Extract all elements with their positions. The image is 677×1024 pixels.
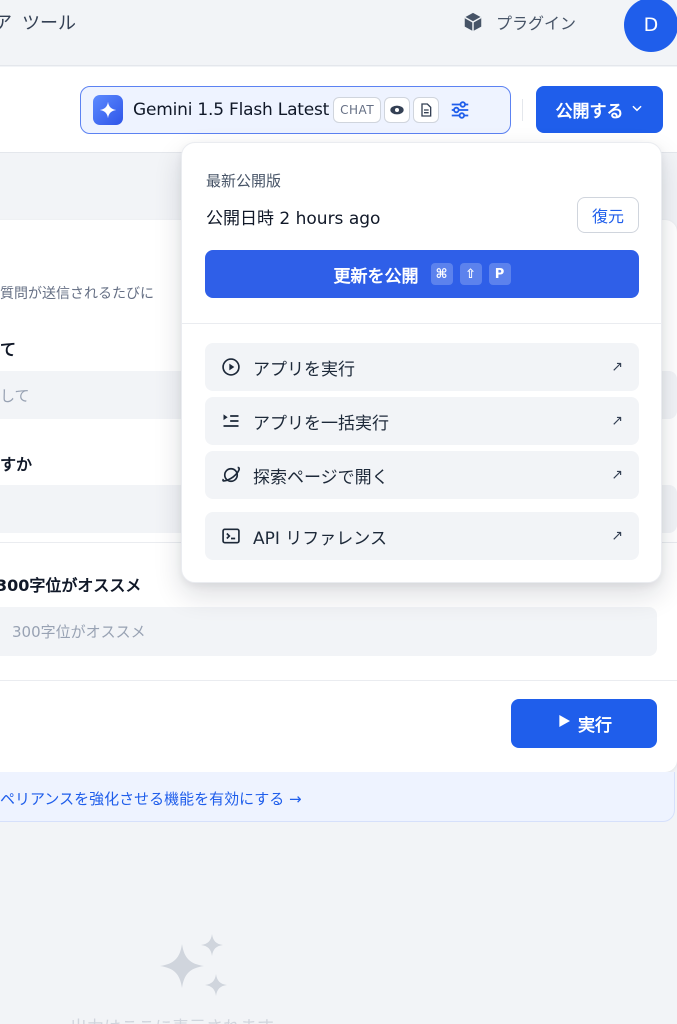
field3-label: 300字位がオススメ <box>0 576 142 595</box>
external-arrow-icon: ↗ <box>611 528 623 544</box>
batch-run-item[interactable]: アプリを一括実行 ↗ <box>205 397 639 445</box>
field1-label: て <box>0 340 17 359</box>
planet-icon <box>221 465 241 485</box>
avatar[interactable]: D <box>624 0 677 52</box>
tools-icon: ア <box>0 13 12 34</box>
run-app-item[interactable]: アプリを実行 ↗ <box>205 343 639 391</box>
run-button[interactable]: 実行 <box>511 699 657 748</box>
api-reference-label: API リファレンス <box>253 528 387 549</box>
cmd-key: ⌘ <box>430 263 453 285</box>
sparkles-icon <box>160 930 232 1006</box>
update-publish-label: 更新を公開 <box>333 266 419 287</box>
published-at: 公開日時 2 hours ago <box>206 209 381 229</box>
tools-label: ツール <box>22 13 76 34</box>
shift-key: ⇧ <box>459 263 482 285</box>
model-selector[interactable]: Gemini 1.5 Flash Latest CHAT <box>80 86 511 134</box>
field3-input[interactable]: 300字位がオススメ <box>0 607 657 656</box>
output-placeholder: 出力はここに表示されます <box>70 1013 274 1024</box>
model-name: Gemini 1.5 Flash Latest <box>133 100 330 120</box>
header-divider <box>522 99 523 121</box>
app-header: Gemini 1.5 Flash Latest CHAT 公開する <box>0 67 677 153</box>
field3-placeholder: 300字位がオススメ <box>12 623 146 641</box>
play-circle-icon <box>221 357 241 377</box>
run-label: 実行 <box>578 716 612 736</box>
document-icon[interactable] <box>413 97 440 123</box>
tools-nav[interactable]: ア ツール <box>0 8 76 36</box>
vision-eye-icon[interactable] <box>384 97 411 123</box>
feature-link[interactable]: ペリアンスを強化させる機能を有効にする → <box>0 788 302 809</box>
external-arrow-icon: ↗ <box>611 467 623 483</box>
top-bar: ア ツール プラグイン D <box>0 0 677 66</box>
chevron-down-icon <box>630 100 644 120</box>
gemini-logo-icon <box>93 95 123 125</box>
form-description: 質問が送信されるたびに <box>0 286 154 302</box>
external-arrow-icon: ↗ <box>611 413 623 429</box>
batch-run-label: アプリを一括実行 <box>253 413 389 434</box>
play-icon <box>556 713 572 734</box>
publish-dropdown: 最新公開版 公開日時 2 hours ago 復元 更新を公開 ⌘ ⇧ P アプ… <box>181 142 662 583</box>
latest-published-title: 最新公開版 <box>206 172 282 190</box>
sliders-settings-icon[interactable] <box>449 99 471 121</box>
dropdown-divider <box>182 323 661 324</box>
run-app-label: アプリを実行 <box>253 359 355 380</box>
plugins-nav[interactable]: プラグイン <box>462 8 576 36</box>
batch-run-icon <box>221 411 241 431</box>
chat-badge: CHAT <box>333 97 382 123</box>
field2-label: すか <box>0 455 33 474</box>
publish-button[interactable]: 公開する <box>536 86 663 133</box>
update-publish-button[interactable]: 更新を公開 ⌘ ⇧ P <box>205 250 639 298</box>
api-reference-item[interactable]: API リファレンス ↗ <box>205 512 639 560</box>
terminal-icon <box>221 526 241 546</box>
publish-label: 公開する <box>555 102 624 122</box>
restore-button[interactable]: 復元 <box>577 197 639 233</box>
field1-placeholder: して <box>0 386 30 405</box>
explore-label: 探索ページで開く <box>253 467 389 488</box>
external-arrow-icon: ↗ <box>611 359 623 375</box>
explore-item[interactable]: 探索ページで開く ↗ <box>205 451 639 499</box>
cube-icon <box>462 11 484 33</box>
plugins-label: プラグイン <box>496 14 577 33</box>
form-divider-bottom <box>0 680 677 681</box>
p-key: P <box>488 263 511 285</box>
